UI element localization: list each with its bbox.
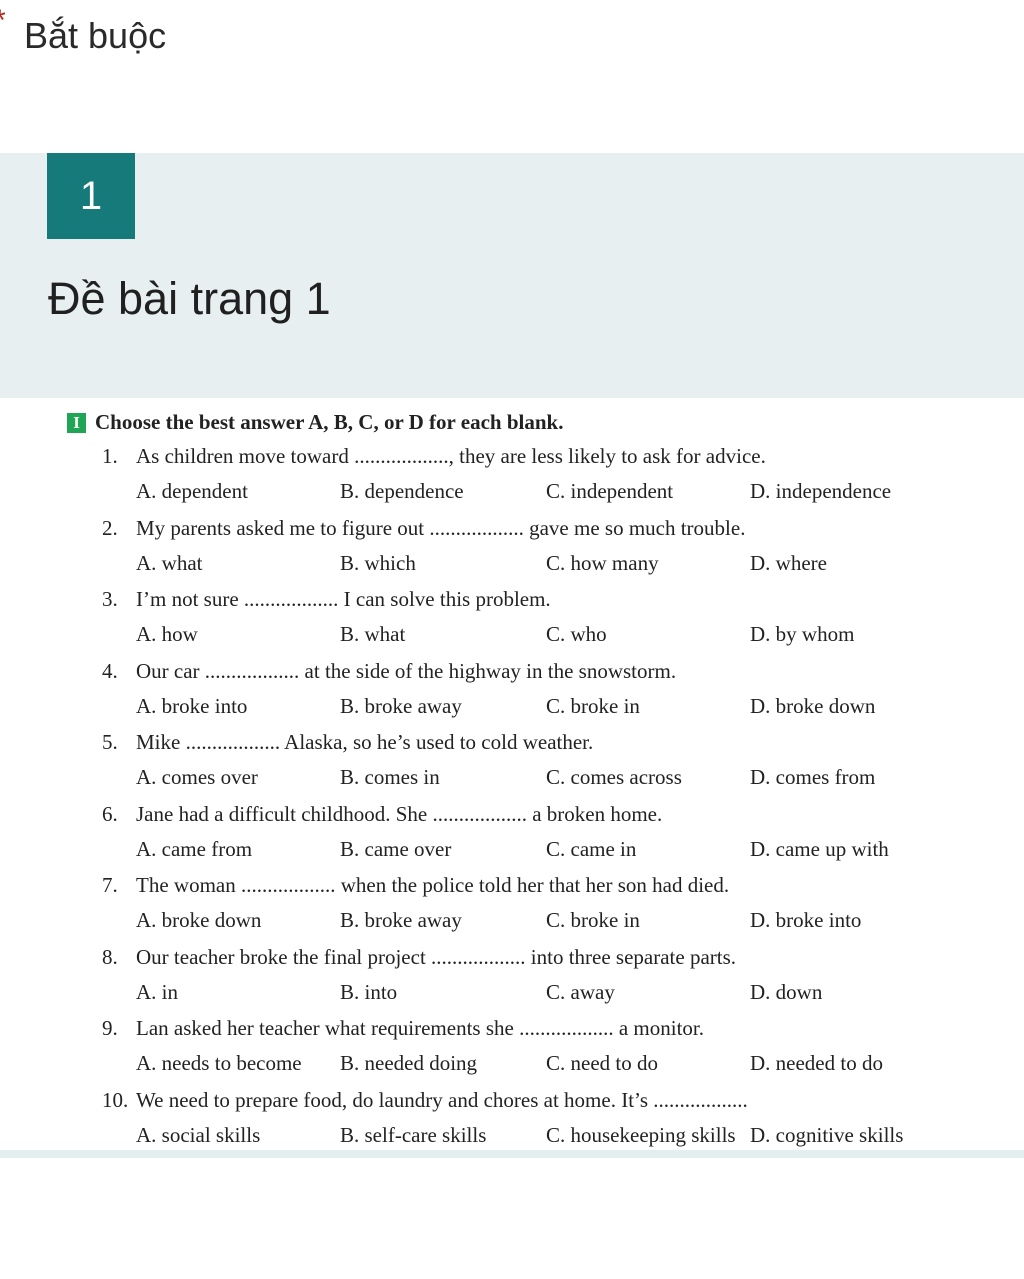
question-1: 1. As children move toward ..............…: [102, 444, 766, 469]
question-text: Lan asked her teacher what requirements …: [136, 1016, 704, 1040]
option-d: D. down: [750, 980, 823, 1004]
option-b: B. comes in: [340, 765, 440, 789]
question-number: 4.: [102, 659, 118, 683]
option-a: A. comes over: [136, 765, 258, 789]
section-header: 1 Đề bài trang 1: [0, 153, 1024, 398]
option-d: D. where: [750, 551, 827, 575]
question-number: 10.: [102, 1088, 129, 1112]
question-3: 3. I’m not sure .................. I can …: [102, 587, 551, 612]
option-a: A. dependent: [136, 479, 248, 503]
question-text: The woman .................. when the po…: [136, 873, 730, 897]
options-row: A. comes over B. comes in C. comes across D…: [0, 765, 1024, 793]
option-a: A. came from: [136, 837, 253, 861]
question-number: 6.: [102, 802, 118, 826]
question-text: Our teacher broke the final project ....…: [136, 945, 737, 969]
instruction-text: Choose the best answer A, B, C, or D for…: [95, 410, 564, 434]
options-row: A. how B. what C. who D. by whom: [0, 622, 1024, 650]
option-a: A. broke into: [136, 694, 248, 718]
option-b: B. what: [340, 622, 406, 646]
option-c: C. independent: [546, 479, 674, 503]
option-c: C. who: [546, 622, 607, 646]
question-number: 9.: [102, 1016, 118, 1040]
question-8: 8. Our teacher broke the final project ..…: [102, 945, 736, 970]
option-d: D. independence: [750, 479, 892, 503]
option-d: D. came up with: [750, 837, 889, 861]
option-c: C. how many: [546, 551, 659, 575]
option-a: A. in: [136, 980, 178, 1004]
question-6: 6. Jane had a difficult childhood. She ..…: [102, 802, 662, 827]
option-d: D. by whom: [750, 622, 855, 646]
options-row: A. dependent B. dependence C. independent D…: [0, 479, 1024, 507]
options-row: A. in B. into C. away D. down: [0, 980, 1024, 1008]
question-2: 2. My parents asked me to figure out ....…: [102, 516, 745, 541]
question-number: 2.: [102, 516, 118, 540]
option-c: C. comes across: [546, 765, 682, 789]
options-row: A. came from B. came over C. came in D. cam…: [0, 837, 1024, 865]
question-text: Our car .................. at the side o…: [136, 659, 677, 683]
option-b: B. broke away: [340, 694, 462, 718]
options-row: A. social skills B. self-care skills C. ho…: [0, 1123, 1024, 1151]
section-number-badge: 1: [47, 153, 135, 239]
option-c: C. broke in: [546, 694, 640, 718]
worksheet-bottom-divider: [0, 1150, 1024, 1158]
option-b: B. into: [340, 980, 398, 1004]
option-b: B. which: [340, 551, 416, 575]
question-number: 3.: [102, 587, 118, 611]
question-4: 4. Our car .................. at the side…: [102, 659, 676, 684]
question-text: I’m not sure .................. I can so…: [136, 587, 551, 611]
question-text: We need to prepare food, do laundry and …: [136, 1088, 748, 1112]
option-a: A. social skills: [136, 1123, 261, 1147]
options-row: A. broke into B. broke away C. broke in D. …: [0, 694, 1024, 722]
option-a: A. what: [136, 551, 203, 575]
option-c: C. came in: [546, 837, 637, 861]
required-asterisk: *: [0, 6, 6, 36]
option-c: C. housekeeping skills: [546, 1123, 736, 1147]
question-number: 8.: [102, 945, 118, 969]
option-d: D. broke into: [750, 908, 862, 932]
option-c: C. broke in: [546, 908, 640, 932]
question-text: As children move toward ................…: [136, 444, 766, 468]
option-d: D. needed to do: [750, 1051, 883, 1075]
options-row: A. what B. which C. how many D. where: [0, 551, 1024, 579]
question-number: 7.: [102, 873, 118, 897]
option-b: B. needed doing: [340, 1051, 478, 1075]
question-text: Jane had a difficult childhood. She ....…: [136, 802, 663, 826]
exercise-instruction: I Choose the best answer A, B, C, or D f…: [67, 410, 563, 435]
option-d: D. cognitive skills: [750, 1123, 904, 1147]
option-c: C. away: [546, 980, 615, 1004]
option-b: B. self-care skills: [340, 1123, 487, 1147]
option-d: D. comes from: [750, 765, 876, 789]
option-c: C. need to do: [546, 1051, 658, 1075]
section-title: Đề bài trang 1: [48, 273, 331, 324]
worksheet-image: I Choose the best answer A, B, C, or D f…: [0, 398, 1024, 1158]
option-a: A. broke down: [136, 908, 262, 932]
question-number: 1.: [102, 444, 118, 468]
question-7: 7. The woman .................. when the …: [102, 873, 729, 898]
roman-numeral-badge: I: [67, 412, 86, 433]
option-a: A. needs to become: [136, 1051, 302, 1075]
question-5: 5. Mike .................. Alaska, so he’…: [102, 730, 593, 755]
option-a: A. how: [136, 622, 198, 646]
question-text: Mike .................. Alaska, so he’s …: [136, 730, 594, 754]
options-row: A. needs to become B. needed doing C. need…: [0, 1051, 1024, 1079]
question-10: 10. We need to prepare food, do laundry a…: [102, 1088, 748, 1113]
required-label: Bắt buộc: [24, 15, 167, 56]
question-text: My parents asked me to figure out ......…: [136, 516, 746, 540]
option-b: B. dependence: [340, 479, 464, 503]
question-9: 9. Lan asked her teacher what requirement…: [102, 1016, 704, 1041]
question-number: 5.: [102, 730, 118, 754]
option-d: D. broke down: [750, 694, 876, 718]
option-b: B. came over: [340, 837, 452, 861]
option-b: B. broke away: [340, 908, 462, 932]
options-row: A. broke down B. broke away C. broke in D. …: [0, 908, 1024, 936]
